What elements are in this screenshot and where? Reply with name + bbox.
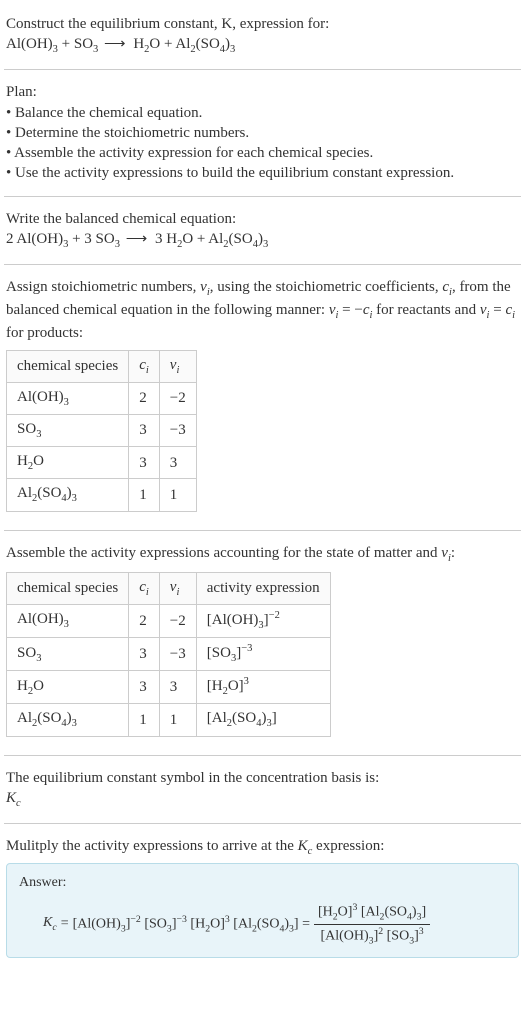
- activity-table: chemical species ci νi activity expressi…: [6, 572, 331, 737]
- divider: [4, 755, 521, 756]
- divider: [4, 823, 521, 824]
- intro-line1: Construct the equilibrium constant, K, e…: [6, 14, 519, 34]
- table-row: Al(OH)3 2 −2: [7, 382, 197, 414]
- plan-bullet: • Determine the stoichiometric numbers.: [6, 123, 519, 143]
- assign-section: Assign stoichiometric numbers, νi, using…: [4, 271, 521, 523]
- table-row: Al(OH)3 2 −2 [Al(OH)3]−2: [7, 604, 331, 637]
- plan-bullet: • Assemble the activity expression for e…: [6, 143, 519, 163]
- col-nu: νi: [159, 350, 196, 382]
- answer-label: Answer:: [19, 874, 506, 893]
- divider: [4, 530, 521, 531]
- plan-bullet: • Balance the chemical equation.: [6, 103, 519, 123]
- divider: [4, 69, 521, 70]
- answer-box: Answer: Kc = [Al(OH)3]−2 [SO3]−3 [H2O]3 …: [6, 863, 519, 958]
- col-activity: activity expression: [196, 572, 330, 604]
- plan-bullet: • Use the activity expressions to build …: [6, 163, 519, 183]
- assemble-section: Assemble the activity expressions accoun…: [4, 537, 521, 749]
- col-c: ci: [129, 572, 160, 604]
- kc-text: The equilibrium constant symbol in the c…: [6, 768, 519, 788]
- denominator: [Al(OH)3]2 [SO3]3: [314, 925, 430, 948]
- stoichiometric-table: chemical species ci νi Al(OH)3 2 −2 SO3 …: [6, 350, 197, 512]
- multiply-section: Mulitply the activity expressions to arr…: [4, 830, 521, 964]
- col-c: ci: [129, 350, 160, 382]
- reaction-arrow: ⟶: [98, 36, 133, 52]
- intro-section: Construct the equilibrium constant, K, e…: [4, 8, 521, 63]
- balanced-section: Write the balanced chemical equation: 2 …: [4, 203, 521, 258]
- balanced-equation: 2 Al(OH)3 + 3 SO3 ⟶ 3 H2O + Al2(SO4)3: [6, 229, 519, 252]
- intro-text: Construct the equilibrium constant, K, e…: [6, 16, 329, 32]
- table-row: Al2(SO4)3 1 1: [7, 479, 197, 511]
- divider: [4, 196, 521, 197]
- fraction: [H2O]3 [Al2(SO4)3] [Al(OH)3]2 [SO3]3: [314, 901, 430, 947]
- numerator: [H2O]3 [Al2(SO4)3]: [314, 901, 430, 925]
- plan-title: Plan:: [6, 82, 519, 102]
- col-species: chemical species: [7, 350, 129, 382]
- table-row: SO3 3 −3 [SO3]−3: [7, 638, 331, 671]
- intro-equation: Al(OH)3 + SO3 ⟶ H2O + Al2(SO4)3: [6, 34, 519, 57]
- answer-equation: Kc = [Al(OH)3]−2 [SO3]−3 [H2O]3 [Al2(SO4…: [19, 901, 506, 947]
- table-header-row: chemical species ci νi activity expressi…: [7, 572, 331, 604]
- balanced-title: Write the balanced chemical equation:: [6, 209, 519, 229]
- table-row: H2O 3 3 [H2O]3: [7, 671, 331, 704]
- col-species: chemical species: [7, 572, 129, 604]
- divider: [4, 264, 521, 265]
- table-row: Al2(SO4)3 1 1 [Al2(SO4)3]: [7, 704, 331, 736]
- table-header-row: chemical species ci νi: [7, 350, 197, 382]
- plan-section: Plan: • Balance the chemical equation. •…: [4, 76, 521, 189]
- table-row: H2O 3 3: [7, 447, 197, 479]
- table-row: SO3 3 −3: [7, 415, 197, 447]
- kc-symbol: Kc: [6, 788, 519, 811]
- kc-symbol-section: The equilibrium constant symbol in the c…: [4, 762, 521, 817]
- col-nu: νi: [159, 572, 196, 604]
- reaction-arrow: ⟶: [120, 231, 155, 247]
